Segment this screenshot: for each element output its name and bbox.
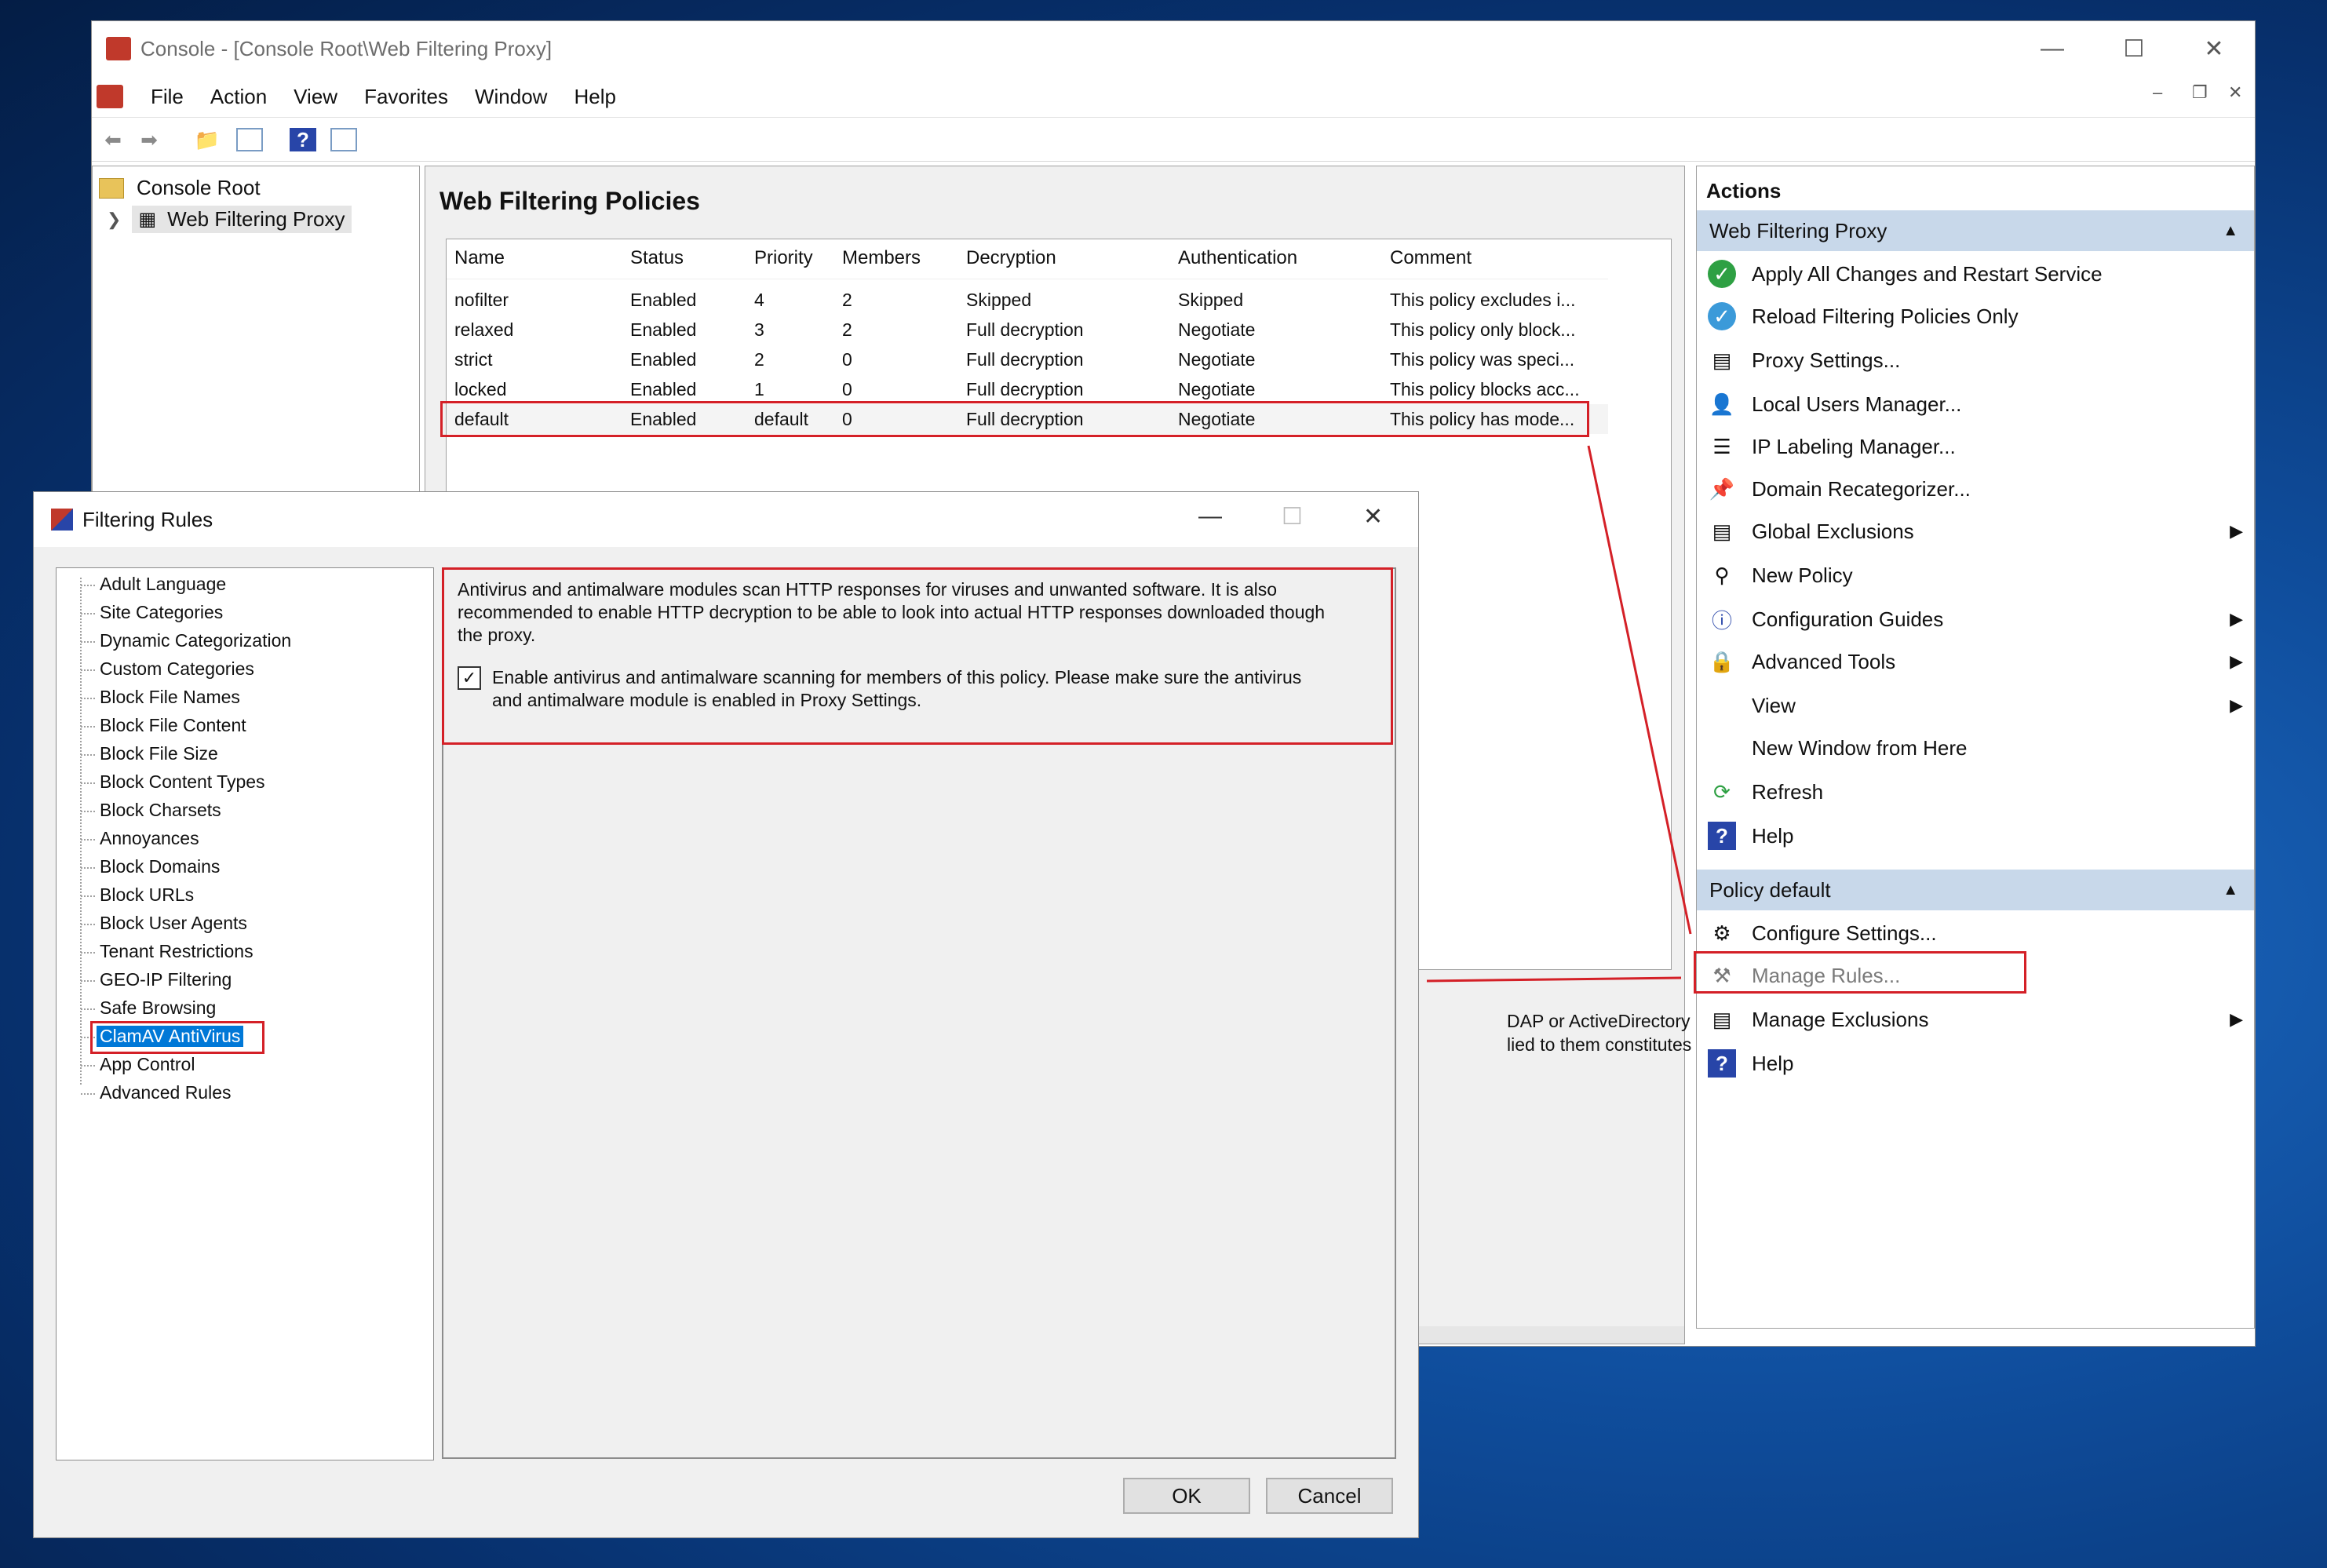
tree-guide-dash xyxy=(81,811,95,812)
rule-item-advanced-rules[interactable]: Advanced Rules xyxy=(100,1082,232,1103)
cancel-button[interactable]: Cancel xyxy=(1266,1478,1393,1514)
tree-guide-dash xyxy=(81,980,95,982)
annotation-line-diagonal xyxy=(1587,445,1692,935)
annotation-line-horizontal xyxy=(1426,976,1682,983)
tree-guide-dash xyxy=(81,1093,95,1095)
rule-item-block-urls[interactable]: Block URLs xyxy=(100,884,194,906)
dialog-app-icon xyxy=(51,509,73,531)
tree-guide-dash xyxy=(81,952,95,954)
rule-item-block-user-agents[interactable]: Block User Agents xyxy=(100,913,247,934)
tree-guide-dash xyxy=(81,839,95,841)
dialog-titlebar: Filtering Rules — ☐ ✕ xyxy=(34,492,1418,547)
tree-guide-dash xyxy=(81,641,95,643)
rule-item-block-file-names[interactable]: Block File Names xyxy=(100,687,240,708)
highlight-description xyxy=(442,567,1393,745)
tree-guide-dash xyxy=(81,669,95,671)
rule-item-site-categories[interactable]: Site Categories xyxy=(100,602,223,623)
rule-item-safe-browsing[interactable]: Safe Browsing xyxy=(100,997,216,1019)
ok-button[interactable]: OK xyxy=(1123,1478,1250,1514)
rule-item-geo-ip-filtering[interactable]: GEO-IP Filtering xyxy=(100,969,232,990)
rule-item-adult-language[interactable]: Adult Language xyxy=(100,574,226,595)
tree-guide-dash xyxy=(81,754,95,756)
rule-item-custom-categories[interactable]: Custom Categories xyxy=(100,658,254,680)
rule-item-block-charsets[interactable]: Block Charsets xyxy=(100,800,221,821)
tree-guide-dash xyxy=(81,924,95,925)
rule-item-annoyances[interactable]: Annoyances xyxy=(100,828,199,849)
dialog-maximize-button: ☐ xyxy=(1282,504,1303,530)
dialog-title: Filtering Rules xyxy=(82,507,213,531)
tree-guide-dash xyxy=(81,895,95,897)
dialog-close-button[interactable]: ✕ xyxy=(1363,503,1383,531)
tree-guide-dash xyxy=(81,1065,95,1067)
rule-item-block-domains[interactable]: Block Domains xyxy=(100,856,220,877)
tree-guide-dash xyxy=(81,585,95,586)
tree-guide-dash xyxy=(81,726,95,727)
dialog-minimize-button[interactable]: — xyxy=(1198,503,1222,530)
highlight-selected-rule xyxy=(90,1021,264,1054)
tree-guide-dash xyxy=(81,782,95,784)
rule-content-panel: Antivirus and antimalware modules scan H… xyxy=(442,567,1396,1459)
rule-item-app-control[interactable]: App Control xyxy=(100,1054,195,1075)
tree-guide-dash xyxy=(81,613,95,614)
rule-item-block-content-types[interactable]: Block Content Types xyxy=(100,771,265,793)
tree-guide-dash xyxy=(81,867,95,869)
tree-guide-dash xyxy=(81,698,95,699)
filtering-rules-dialog: Filtering Rules — ☐ ✕ Antivirus and anti… xyxy=(33,491,1419,1538)
rule-item-tenant-restrictions[interactable]: Tenant Restrictions xyxy=(100,941,253,962)
rule-item-dynamic-categorization[interactable]: Dynamic Categorization xyxy=(100,630,291,651)
rule-item-block-file-content[interactable]: Block File Content xyxy=(100,715,246,736)
rule-item-block-file-size[interactable]: Block File Size xyxy=(100,743,218,764)
tree-guide-dash xyxy=(81,1008,95,1010)
